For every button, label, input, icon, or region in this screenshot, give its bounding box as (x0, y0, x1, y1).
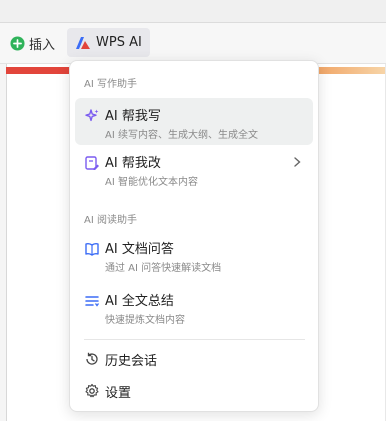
menu-item-label: AI 全文总结 (105, 294, 174, 309)
menu-item-label: AI 帮我写 (105, 109, 161, 124)
menu-item-desc: AI 智能优化文本内容 (105, 177, 198, 188)
edit-doc-icon (85, 156, 99, 170)
menu-item-desc: 快速提炼文档内容 (105, 315, 185, 326)
wps-ai-button[interactable]: WPS AI (67, 28, 150, 57)
sparkle-icon (85, 109, 99, 122)
menu-item-desc: 通过 AI 问答快速解读文档 (105, 263, 222, 274)
menu-item-label: AI 文档问答 (105, 242, 174, 257)
section-title-read: AI 阅读助手 (84, 215, 137, 226)
book-qa-icon (85, 242, 99, 256)
menu-item-history[interactable]: 历史会话 (75, 345, 313, 373)
wps-ai-menu: AI 写作助手 AI 帮我写 AI 续写内容、生成大纲、生成全文 AI 帮我改 … (69, 60, 319, 412)
chevron-right-icon (294, 157, 301, 167)
summary-list-icon (85, 296, 100, 307)
wps-ai-label: WPS AI (96, 35, 142, 50)
menu-item-write-for-me[interactable]: AI 帮我写 AI 续写内容、生成大纲、生成全文 (75, 98, 313, 145)
section-title-write: AI 写作助手 (84, 79, 137, 90)
menu-item-full-summary[interactable]: AI 全文总结 快速提炼文档内容 (75, 283, 313, 330)
wps-ai-logo-icon (76, 36, 90, 49)
menu-item-desc: AI 续写内容、生成大纲、生成全文 (105, 130, 258, 141)
menu-divider (84, 339, 305, 340)
plus-circle-icon (10, 35, 25, 51)
menu-item-label: 设置 (105, 386, 132, 401)
toolbar: 插入 WPS AI (0, 23, 386, 64)
menu-item-doc-qa[interactable]: AI 文档问答 通过 AI 问答快速解读文档 (75, 231, 313, 278)
top-strip (0, 0, 386, 23)
history-clock-icon (86, 352, 98, 365)
insert-label: 插入 (29, 37, 56, 53)
insert-button[interactable]: 插入 (10, 33, 55, 53)
menu-item-label: 历史会话 (105, 354, 158, 369)
gear-icon (85, 383, 99, 398)
menu-item-improve-for-me[interactable]: AI 帮我改 AI 智能优化文本内容 (75, 145, 313, 192)
menu-item-label: AI 帮我改 (105, 156, 161, 171)
menu-item-settings[interactable]: 设置 (75, 377, 313, 405)
document-left-edge (0, 64, 7, 421)
